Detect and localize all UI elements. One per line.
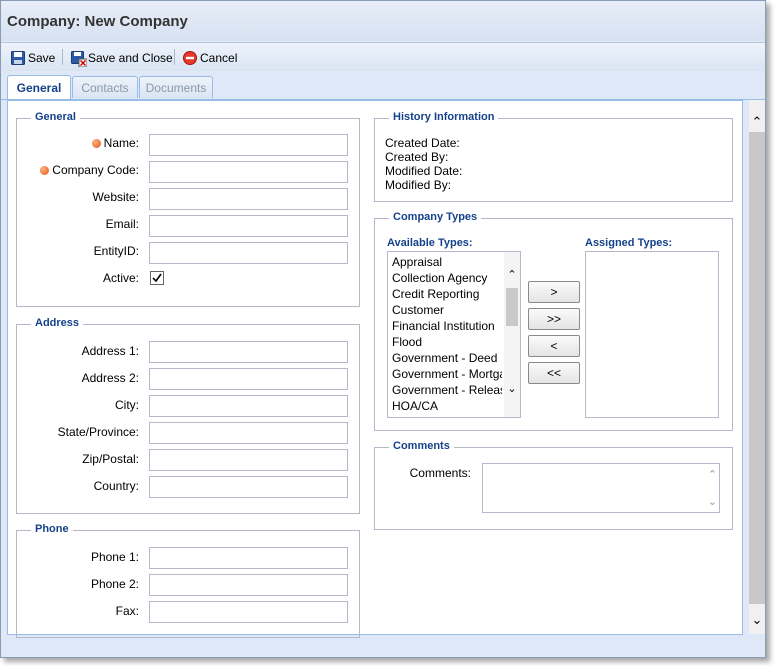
website-label: Website: <box>92 190 139 204</box>
available-type-item[interactable]: HOA/CA <box>388 398 502 414</box>
company-code-label: Company Code: <box>19 163 139 177</box>
available-type-item[interactable]: Government - Release <box>388 382 502 398</box>
available-type-item[interactable]: Collection Agency <box>388 270 502 286</box>
address1-input[interactable] <box>149 341 348 363</box>
available-list-scrollbar[interactable]: ⌃ ⌄ <box>504 252 520 417</box>
phone2-input[interactable] <box>149 574 348 596</box>
state-province-label: State/Province: <box>57 425 139 439</box>
available-type-item[interactable]: Financial Institution <box>388 318 502 334</box>
general-fieldset: General Name: Company Code: Website: Ema… <box>16 111 360 307</box>
form-panel: General Name: Company Code: Website: Ema… <box>7 100 743 638</box>
available-type-item[interactable]: Customer <box>388 302 502 318</box>
country-label: Country: <box>93 479 139 493</box>
remove-all-button[interactable]: << <box>528 362 580 384</box>
fax-input[interactable] <box>149 601 348 623</box>
address-fieldset: Address Address 1: Address 2: City: Stat… <box>16 317 360 514</box>
phone1-label: Phone 1: <box>90 550 139 564</box>
available-type-item[interactable]: Government - Deed <box>388 350 502 366</box>
address2-label: Address 2: <box>81 371 139 385</box>
available-types-label: Available Types: <box>387 237 473 249</box>
active-label: Active: <box>102 271 139 285</box>
textarea-scroll-down-icon[interactable]: ⌄ <box>708 495 717 508</box>
city-input[interactable] <box>149 395 348 417</box>
company-types-legend: Company Types <box>389 211 482 223</box>
history-fieldset: History Information Created Date: Create… <box>374 111 733 202</box>
tab-general[interactable]: General <box>7 75 71 99</box>
comments-fieldset: Comments Comments: ⌃ ⌄ <box>374 440 733 530</box>
add-all-button[interactable]: >> <box>528 308 580 330</box>
phone-fieldset: Phone Phone 1: Phone 2: Fax: <box>16 523 360 638</box>
window-title: Company: New Company <box>7 13 188 30</box>
panel-scroll-up-icon[interactable]: ⌃ <box>751 114 763 130</box>
company-types-fieldset: Company Types Available Types: Assigned … <box>374 211 733 431</box>
checkmark-icon <box>152 273 162 283</box>
floppy-disk-icon <box>11 51 25 65</box>
created-by-label: Created By: <box>385 150 449 164</box>
created-date-label: Created Date: <box>385 136 460 150</box>
address2-input[interactable] <box>149 368 348 390</box>
save-and-close-label: Save and Close <box>88 51 173 65</box>
history-legend: History Information <box>389 111 499 123</box>
phone2-label: Phone 2: <box>90 577 139 591</box>
cancel-button[interactable]: Cancel <box>183 49 237 67</box>
panel-scroll-thumb[interactable] <box>749 132 765 604</box>
company-code-input[interactable] <box>149 161 348 183</box>
cancel-icon <box>183 51 197 65</box>
modified-date-label: Modified Date: <box>385 164 463 178</box>
assigned-types-list[interactable] <box>585 251 719 418</box>
general-legend: General <box>31 111 80 123</box>
save-and-close-button[interactable]: Save and Close <box>71 49 173 68</box>
entityid-input[interactable] <box>149 242 348 264</box>
toolbar: Save Save and Close Cancel <box>1 42 765 72</box>
required-icon <box>91 139 101 148</box>
email-label: Email: <box>105 217 139 231</box>
company-window: Company: New Company Save Save and Close… <box>0 0 766 658</box>
zip-postal-input[interactable] <box>149 449 348 471</box>
name-input[interactable] <box>149 134 348 156</box>
active-checkbox[interactable] <box>150 271 164 285</box>
scroll-thumb[interactable] <box>506 288 518 326</box>
address-legend: Address <box>31 317 84 329</box>
available-type-item[interactable]: Flood <box>388 334 502 350</box>
cancel-label: Cancel <box>200 51 238 65</box>
comments-textarea[interactable]: ⌃ ⌄ <box>482 463 720 513</box>
modified-by-label: Modified By: <box>385 178 452 192</box>
panel-scrollbar[interactable]: ⌃ ⌄ <box>749 100 765 634</box>
city-label: City: <box>115 398 139 412</box>
tab-contacts[interactable]: Contacts <box>72 76 138 98</box>
remove-selected-button[interactable]: < <box>528 335 580 357</box>
scroll-up-icon[interactable]: ⌃ <box>506 268 518 281</box>
toolbar-separator <box>174 49 175 65</box>
fax-label: Fax: <box>115 604 139 618</box>
available-types-list[interactable]: Appraisal Collection Agency Credit Reporti… <box>387 251 521 418</box>
tab-strip: General Contacts Documents <box>1 71 765 100</box>
comments-legend: Comments <box>389 440 454 452</box>
toolbar-separator <box>62 49 63 65</box>
required-icon <box>40 166 50 175</box>
comments-label: Comments: <box>409 466 471 480</box>
save-button[interactable]: Save <box>11 49 55 67</box>
available-type-item[interactable]: Credit Reporting <box>388 286 502 302</box>
address1-label: Address 1: <box>81 344 139 358</box>
email-input[interactable] <box>149 215 348 237</box>
save-close-icon <box>71 51 88 68</box>
country-input[interactable] <box>149 476 348 498</box>
available-type-item[interactable]: Appraisal <box>388 254 502 270</box>
scroll-down-icon[interactable]: ⌄ <box>506 382 518 395</box>
save-label: Save <box>28 51 56 65</box>
phone1-input[interactable] <box>149 547 348 569</box>
title-bar: Company: New Company <box>1 1 765 41</box>
entityid-label: EntityID: <box>93 244 139 258</box>
panel-scroll-down-icon[interactable]: ⌄ <box>751 612 763 628</box>
name-label: Name: <box>19 136 139 150</box>
assigned-types-label: Assigned Types: <box>585 237 673 249</box>
phone-legend: Phone <box>31 523 73 535</box>
tab-documents[interactable]: Documents <box>139 76 213 98</box>
textarea-scroll-up-icon[interactable]: ⌃ <box>708 468 717 481</box>
website-input[interactable] <box>149 188 348 210</box>
zip-postal-label: Zip/Postal: <box>82 452 139 466</box>
add-selected-button[interactable]: > <box>528 281 580 303</box>
state-province-input[interactable] <box>149 422 348 444</box>
available-type-item[interactable]: Government - Mortgage <box>388 366 502 382</box>
